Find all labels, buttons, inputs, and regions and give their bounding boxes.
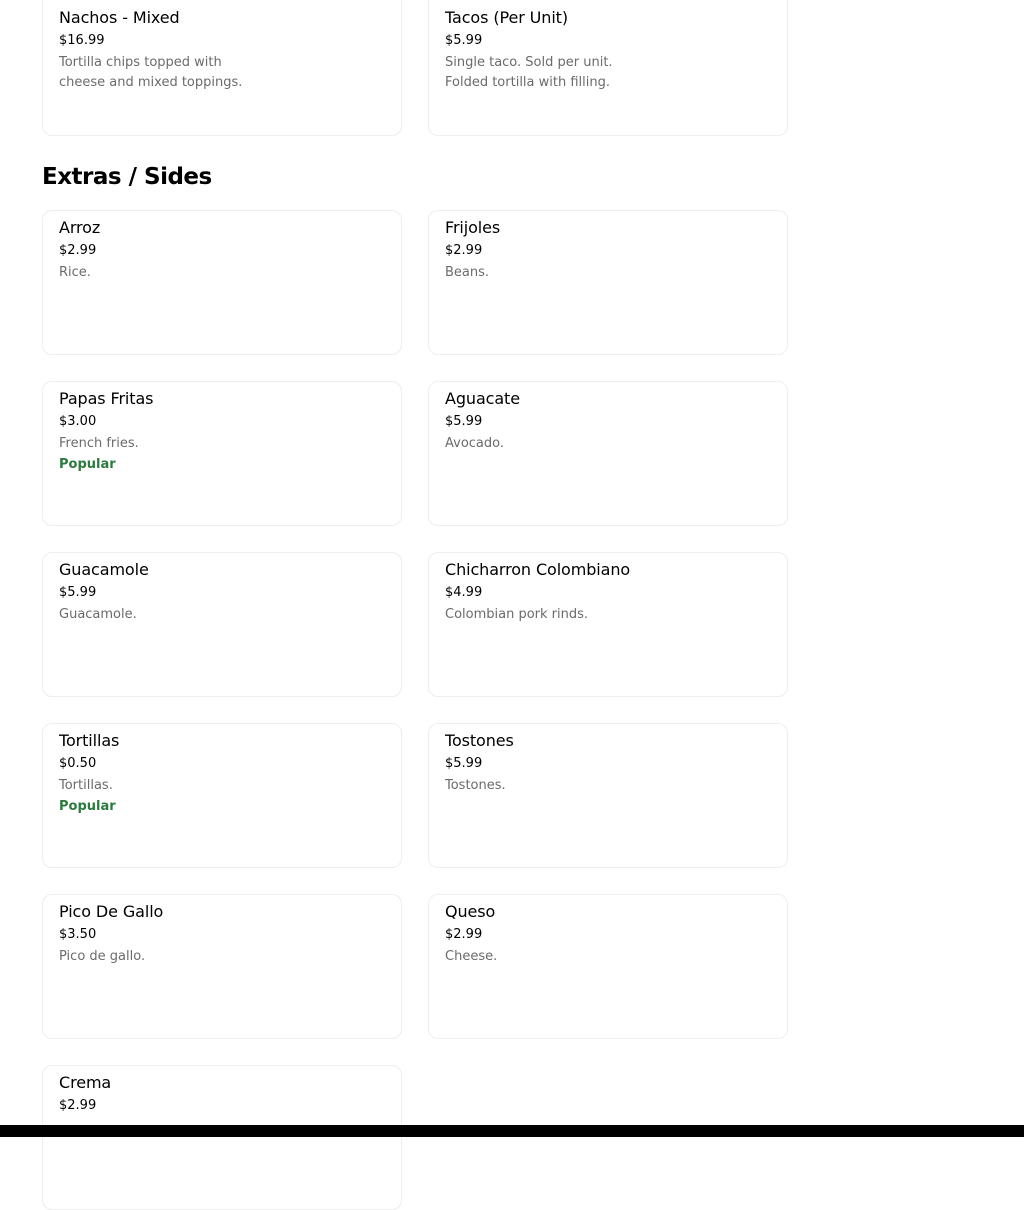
menu-item-price: $0.50 bbox=[59, 756, 97, 771]
menu-item-description: Avocado. bbox=[445, 436, 505, 451]
menu-item-name: Arroz bbox=[59, 218, 101, 237]
menu-item-description: Guacamole. bbox=[59, 607, 137, 622]
menu-item-description: Tortilla chips topped with cheese and mi… bbox=[59, 55, 243, 90]
menu-item-card-papas-fritas[interactable]: Papas Fritas $3.00 French fries. Popular bbox=[42, 381, 402, 526]
menu-item-card-chicharron-colombiano[interactable]: Chicharron Colombiano $4.99 Colombian po… bbox=[428, 552, 788, 697]
menu-item-description: Beans. bbox=[445, 265, 490, 280]
menu-item-name: Tacos (Per Unit) bbox=[445, 8, 568, 27]
menu-item-name: Nachos - Mixed bbox=[59, 8, 180, 27]
menu-item-card[interactable]: Tacos (Per Unit) $5.99 Single taco. Sold… bbox=[428, 0, 788, 136]
menu-item-price: $3.00 bbox=[59, 414, 97, 429]
menu-item-card-guacamole[interactable]: Guacamole $5.99 Guacamole. bbox=[42, 552, 402, 697]
menu-item-card-tortillas[interactable]: Tortillas $0.50 Tortillas. Popular bbox=[42, 723, 402, 868]
menu-item-name: Guacamole bbox=[59, 560, 149, 579]
menu-item-name: Crema bbox=[59, 1073, 112, 1092]
menu-item-description: Single taco. Sold per unit. Folded torti… bbox=[445, 55, 613, 90]
section-title: Extras / Sides bbox=[42, 164, 212, 190]
menu-item-price: $4.99 bbox=[445, 585, 483, 600]
menu-item-price: $2.99 bbox=[445, 243, 483, 258]
menu-item-name: Papas Fritas bbox=[59, 389, 154, 408]
menu-item-card-arroz[interactable]: Arroz $2.99 Rice. bbox=[42, 210, 402, 355]
menu-item-name: Queso bbox=[445, 902, 496, 921]
menu-item-price: $16.99 bbox=[59, 33, 105, 48]
menu-item-description: Tortillas. bbox=[59, 778, 113, 793]
menu-item-description: Colombian pork rinds. bbox=[445, 607, 589, 622]
menu-item-price: $2.99 bbox=[59, 1098, 97, 1113]
menu-item-price: $2.99 bbox=[445, 927, 483, 942]
menu-item-name: Aguacate bbox=[445, 389, 520, 408]
bottom-bar bbox=[0, 1125, 1024, 1137]
menu-item-name: Tostones bbox=[445, 731, 514, 750]
popular-badge: Popular bbox=[59, 457, 116, 472]
menu-item-card-frijoles[interactable]: Frijoles $2.99 Beans. bbox=[428, 210, 788, 355]
menu-item-card-crema[interactable]: Crema $2.99 bbox=[42, 1065, 402, 1210]
menu-item-card-pico-de-gallo[interactable]: Pico De Gallo $3.50 Pico de gallo. bbox=[42, 894, 402, 1039]
menu-item-description: Tostones. bbox=[445, 778, 506, 793]
menu-item-price: $2.99 bbox=[59, 243, 97, 258]
menu-item-price: $3.50 bbox=[59, 927, 97, 942]
menu-item-name: Chicharron Colombiano bbox=[445, 560, 631, 579]
menu-item-description: Rice. bbox=[59, 265, 91, 280]
menu-item-name: Pico De Gallo bbox=[59, 902, 164, 921]
menu-item-card-queso[interactable]: Queso $2.99 Cheese. bbox=[428, 894, 788, 1039]
menu-item-description: Pico de gallo. bbox=[59, 949, 146, 964]
menu-item-price: $5.99 bbox=[445, 756, 483, 771]
menu-item-price: $5.99 bbox=[59, 585, 97, 600]
menu-item-name: Tortillas bbox=[59, 731, 120, 750]
menu-item-price: $5.99 bbox=[445, 414, 483, 429]
menu-item-card-tostones[interactable]: Tostones $5.99 Tostones. bbox=[428, 723, 788, 868]
menu-item-card-aguacate[interactable]: Aguacate $5.99 Avocado. bbox=[428, 381, 788, 526]
menu-item-description: Cheese. bbox=[445, 949, 498, 964]
menu-item-description: French fries. bbox=[59, 436, 139, 451]
menu-item-card[interactable]: Nachos - Mixed $16.99 Tortilla chips top… bbox=[42, 0, 402, 136]
menu-item-price: $5.99 bbox=[445, 33, 483, 48]
menu-item-name: Frijoles bbox=[445, 218, 501, 237]
popular-badge: Popular bbox=[59, 799, 116, 814]
